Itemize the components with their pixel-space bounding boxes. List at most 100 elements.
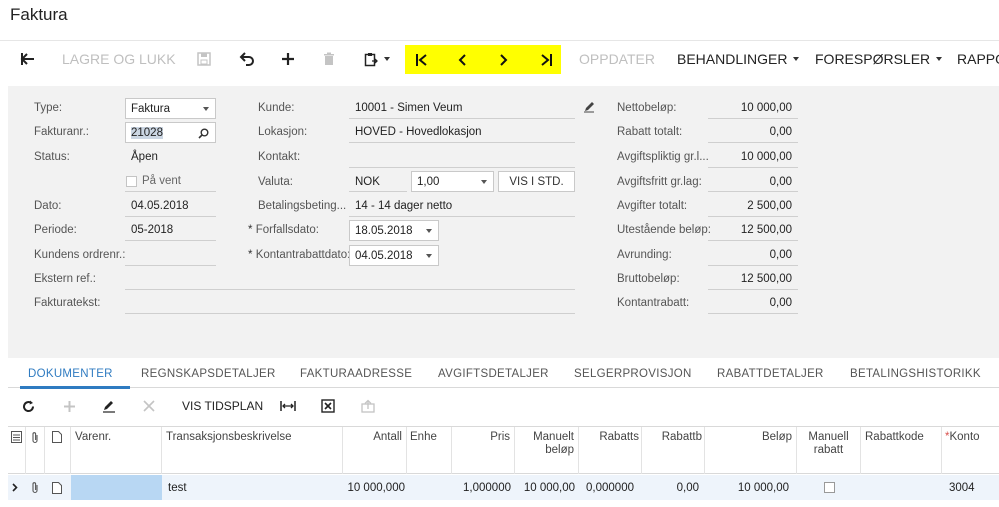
currency-rate-value: 1,00 bbox=[417, 175, 440, 188]
note-icon bbox=[52, 431, 62, 443]
back-icon[interactable] bbox=[20, 41, 36, 77]
column-header-amount[interactable]: Beløp bbox=[705, 427, 797, 474]
actions-menu-label: BEHANDLINGER bbox=[677, 51, 788, 67]
price-cell[interactable]: 1,000000 bbox=[452, 475, 515, 500]
item-cell[interactable] bbox=[71, 475, 162, 500]
tab-payment-history[interactable]: BETALINGSHISTORIKK bbox=[850, 368, 981, 380]
note-icon[interactable] bbox=[52, 475, 62, 500]
column-header-manual-amount-line1: Manuelt bbox=[533, 431, 574, 443]
customer-label: Kunde: bbox=[258, 102, 295, 114]
external-ref-field[interactable] bbox=[125, 269, 575, 290]
contact-field[interactable] bbox=[349, 147, 575, 168]
column-header-account-label: Konto bbox=[949, 431, 980, 443]
column-header-qty[interactable]: Antall bbox=[343, 427, 407, 474]
type-value: Faktura bbox=[131, 102, 170, 115]
column-header-discount-code[interactable]: Rabattkode bbox=[861, 427, 942, 474]
undo-icon[interactable] bbox=[239, 41, 255, 77]
due-date-label-text: Forfallsdato: bbox=[255, 224, 319, 236]
account-cell[interactable]: 3004 bbox=[949, 475, 975, 500]
customer-order-field[interactable] bbox=[125, 245, 216, 266]
total-value-tax: 2 500,00 bbox=[747, 200, 792, 212]
due-date-picker[interactable]: 18.05.2018 bbox=[349, 220, 439, 241]
fit-columns-icon[interactable] bbox=[280, 392, 296, 420]
detail-tabs: DOKUMENTER REGNSKAPSDETALJER FAKTURAADRE… bbox=[8, 364, 999, 389]
column-header-discount-pct[interactable]: Rabatts bbox=[579, 427, 642, 474]
inquiries-menu[interactable]: FORESPØRSLER bbox=[815, 41, 943, 77]
actions-menu[interactable]: BEHANDLINGER bbox=[677, 41, 800, 77]
add-row-icon[interactable] bbox=[63, 392, 76, 420]
delete-row-icon[interactable] bbox=[143, 392, 155, 420]
cash-discount-date-picker[interactable]: 04.05.2018 bbox=[349, 245, 439, 266]
edit-icon[interactable] bbox=[102, 392, 116, 420]
manual-discount-checkbox[interactable] bbox=[797, 475, 861, 500]
total-label-tax: Avgifter totalt: bbox=[617, 200, 688, 212]
column-header-account[interactable]: *Konto bbox=[942, 427, 999, 474]
column-header-price[interactable]: Pris bbox=[452, 427, 515, 474]
discount-amt-cell[interactable]: 0,00 bbox=[642, 475, 705, 500]
chevron-right-icon[interactable] bbox=[12, 475, 18, 500]
currency-value: NOK bbox=[355, 176, 380, 188]
qty-cell[interactable]: 10 000,000 bbox=[343, 475, 407, 500]
on-hold-checkbox[interactable]: På vent bbox=[125, 171, 216, 192]
total-value-taxable: 10 000,00 bbox=[740, 151, 792, 163]
pencil-icon[interactable] bbox=[583, 101, 595, 116]
tab-accounting-details[interactable]: REGNSKAPSDETALJER bbox=[141, 368, 276, 380]
chevron-down-icon bbox=[384, 57, 390, 61]
export-excel-icon[interactable] bbox=[321, 392, 335, 420]
grid-toolbar: VIS TIDSPLAN bbox=[8, 392, 999, 420]
tab-invoice-address[interactable]: FAKTURAADRESSE bbox=[300, 368, 412, 380]
view-schedule-button[interactable]: VIS TIDSPLAN bbox=[182, 392, 263, 420]
column-header-description[interactable]: Transaksjonsbeskrivelse bbox=[162, 427, 343, 474]
active-tab-indicator bbox=[20, 386, 130, 389]
save-close-button[interactable]: LAGRE OG LUKK bbox=[62, 41, 176, 77]
checkbox-icon bbox=[823, 482, 835, 493]
cash-discount-date-label: * Kontantrabattdato: bbox=[248, 249, 350, 261]
column-header-manual-discount[interactable]: Manuell rabatt bbox=[797, 427, 861, 474]
upload-icon[interactable] bbox=[361, 392, 375, 420]
date-label: Dato: bbox=[34, 200, 62, 212]
currency-rate-select[interactable]: 1,00 bbox=[411, 171, 494, 192]
column-header-manual-amount[interactable]: Manuelt beløp bbox=[515, 427, 579, 474]
view-base-button[interactable]: VIS I STD. bbox=[498, 171, 575, 192]
column-header-item[interactable]: Varenr. bbox=[71, 427, 162, 474]
discount-pct-cell[interactable]: 0,000000 bbox=[579, 475, 642, 500]
currency-label: Valuta: bbox=[258, 176, 293, 188]
previous-record-icon[interactable] bbox=[442, 45, 481, 74]
tab-documents[interactable]: DOKUMENTER bbox=[28, 368, 113, 380]
cash-discount-date-label-text: Kontantrabattdato: bbox=[255, 249, 351, 261]
description-cell[interactable]: test bbox=[168, 475, 187, 500]
type-select[interactable]: Faktura bbox=[125, 98, 216, 119]
search-icon[interactable] bbox=[198, 128, 209, 139]
tab-commissions[interactable]: SELGERPROVISJON bbox=[574, 368, 692, 380]
first-record-icon[interactable] bbox=[402, 45, 441, 74]
tab-discount-details[interactable]: RABATTDETALJER bbox=[717, 368, 824, 380]
delete-icon[interactable] bbox=[323, 41, 335, 77]
manual-amount-cell[interactable]: 10 000,00 bbox=[515, 475, 579, 500]
total-value-balance: 12 500,00 bbox=[740, 224, 792, 236]
location-value: HOVED - Hovedlokasjon bbox=[355, 126, 482, 138]
tab-tax-details[interactable]: AVGIFTSDETALJER bbox=[438, 368, 549, 380]
refresh-icon[interactable] bbox=[22, 392, 35, 420]
save-icon[interactable] bbox=[197, 41, 211, 77]
table-row[interactable]: test 10 000,000 1,000000 10 000,00 0,000… bbox=[8, 475, 999, 500]
reports-menu[interactable]: RAPPO bbox=[957, 41, 999, 77]
column-header-discount-amt[interactable]: Rabattb bbox=[642, 427, 705, 474]
invoice-no-field[interactable]: 21028 bbox=[125, 122, 216, 143]
total-label-net: Nettobeløp: bbox=[617, 102, 677, 114]
clipboard-icon[interactable] bbox=[364, 41, 390, 77]
external-ref-label: Ekstern ref.: bbox=[34, 273, 96, 285]
next-record-icon[interactable] bbox=[484, 45, 523, 74]
add-icon[interactable] bbox=[281, 41, 295, 77]
total-value-rounding: 0,00 bbox=[769, 249, 792, 261]
amount-cell[interactable]: 10 000,00 bbox=[705, 475, 797, 500]
due-date-label: * Forfallsdato: bbox=[248, 224, 319, 236]
checkbox-icon bbox=[126, 175, 137, 187]
main-toolbar: LAGRE OG LUKK OPPDATER BEHANDLINGER FORE… bbox=[0, 40, 999, 76]
period-label: Periode: bbox=[34, 224, 77, 236]
paperclip-icon[interactable] bbox=[30, 475, 40, 500]
cash-discount-date-value: 04.05.2018 bbox=[355, 249, 413, 262]
update-button[interactable]: OPPDATER bbox=[579, 41, 655, 77]
invoice-text-field[interactable] bbox=[125, 293, 575, 314]
column-header-uom[interactable]: Enhe bbox=[407, 427, 452, 474]
last-record-icon[interactable] bbox=[526, 45, 565, 74]
